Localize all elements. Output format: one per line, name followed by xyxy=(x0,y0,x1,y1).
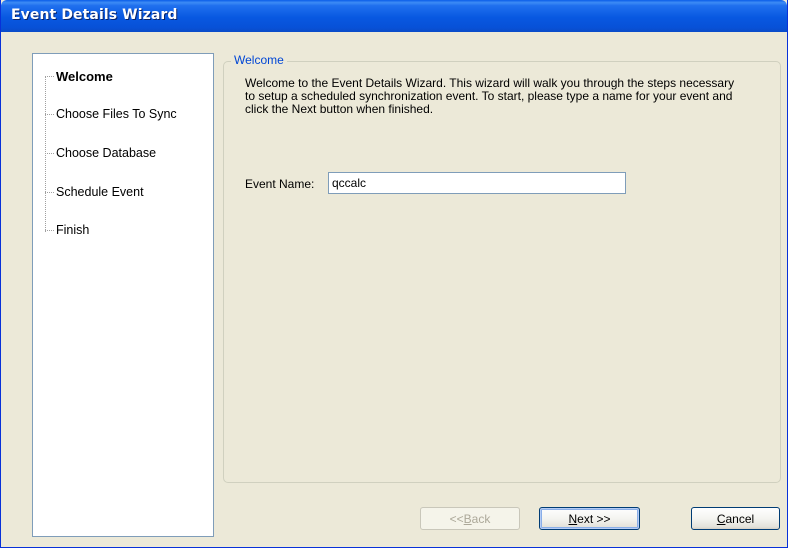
step-schedule-event[interactable]: Schedule Event xyxy=(45,183,144,201)
cancel-button[interactable]: Cancel xyxy=(691,507,780,530)
next-button[interactable]: Next >> xyxy=(539,507,640,530)
next-button-mnemonic: N xyxy=(568,511,578,526)
step-choose-database[interactable]: Choose Database xyxy=(45,144,156,162)
step-label: Choose Files To Sync xyxy=(56,107,177,121)
wizard-window: Event Details Wizard Welcome Choose File… xyxy=(0,0,788,548)
step-label: Welcome xyxy=(56,68,113,84)
tree-branch xyxy=(45,229,54,231)
event-name-label: Event Name: xyxy=(245,177,315,191)
back-button-mnemonic: B xyxy=(463,511,472,526)
event-name-input[interactable] xyxy=(328,172,626,194)
window-title: Event Details Wizard xyxy=(11,7,178,23)
back-button-prefix: << xyxy=(449,511,464,526)
tree-branch xyxy=(45,191,54,193)
step-label: Finish xyxy=(56,223,90,237)
step-choose-files[interactable]: Choose Files To Sync xyxy=(45,105,177,123)
cancel-button-mnemonic: C xyxy=(716,511,726,526)
step-welcome[interactable]: Welcome xyxy=(45,67,113,85)
next-button-rest: ext >> xyxy=(577,511,611,526)
cancel-button-rest: ancel xyxy=(725,511,755,526)
back-button-rest: ack xyxy=(471,511,491,526)
welcome-groupbox xyxy=(223,61,781,483)
steps-panel: Welcome Choose Files To Sync Choose Data… xyxy=(32,53,214,537)
tree-branch xyxy=(45,113,54,115)
step-finish[interactable]: Finish xyxy=(45,221,89,239)
welcome-description: Welcome to the Event Details Wizard. Thi… xyxy=(245,76,735,116)
step-label: Schedule Event xyxy=(56,185,144,199)
groupbox-title: Welcome xyxy=(231,53,287,67)
step-label: Choose Database xyxy=(56,146,157,160)
tree-branch xyxy=(45,75,54,77)
title-bar[interactable]: Event Details Wizard xyxy=(1,0,787,32)
back-button[interactable]: << Back xyxy=(420,507,520,530)
tree-branch xyxy=(45,152,54,154)
